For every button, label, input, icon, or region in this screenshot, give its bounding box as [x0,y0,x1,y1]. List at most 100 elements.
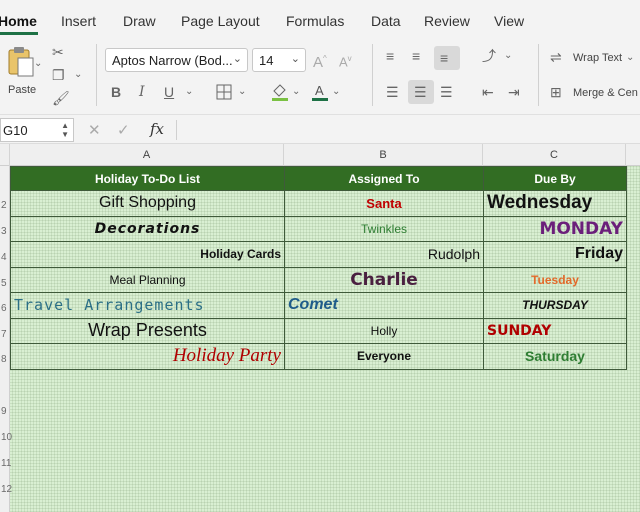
row-header[interactable]: 3 [0,226,10,237]
paste-button[interactable]: Paste [2,44,44,102]
wrap-text-dropdown-icon[interactable]: ⌄ [626,50,634,66]
increase-font-size-icon[interactable]: A^ [313,51,327,71]
underline-dropdown-icon[interactable]: ⌄ [185,84,193,100]
task-cell[interactable]: Meal Planning [10,266,285,293]
assignee-cell[interactable]: Twinkles [284,215,484,242]
align-bottom-button[interactable]: ≡ [434,46,460,70]
borders-dropdown-icon[interactable]: ⌄ [238,84,246,100]
row-header[interactable]: 9 [0,406,10,417]
task-cell[interactable]: Decorations [10,215,285,242]
font-color-dropdown-icon[interactable]: ⌄ [332,84,340,100]
fill-color-dropdown-icon[interactable]: ⌄ [292,84,300,100]
tab-review[interactable]: Review [424,13,470,29]
row-header[interactable]: 6 [0,303,10,314]
paste-dropdown-icon[interactable]: ⌄ [34,56,42,72]
font-size-value: 14 [259,53,274,68]
copy-dropdown-icon[interactable]: ⌄ [74,67,82,83]
due-cell[interactable]: Wednesday [483,190,627,217]
table-header-row: Holiday To-Do List Assigned To Due By [10,166,627,191]
row-header[interactable]: 2 [0,200,10,211]
underline-button[interactable]: U [164,84,174,100]
due-cell[interactable]: Tuesday [483,266,627,293]
due-cell[interactable]: Saturday [483,343,627,370]
decrease-font-size-icon[interactable]: Av [339,51,352,70]
column-headers: A B C [0,144,640,166]
font-color-icon[interactable]: A [310,82,330,102]
row-header[interactable]: 7 [0,329,10,340]
paste-label: Paste [8,84,37,96]
name-box[interactable]: G10 ▲ ▼ [0,118,74,142]
row-header[interactable]: 8 [0,354,10,365]
name-box-stepper-icon[interactable]: ▲ ▼ [61,121,69,139]
borders-icon[interactable] [216,84,232,100]
column-header-b[interactable]: B [284,144,483,166]
header-cell-task[interactable]: Holiday To-Do List [10,166,285,191]
align-center-button[interactable]: ☰ [408,80,434,104]
merge-center-button[interactable]: Merge & Cen [573,87,638,99]
wrap-text-icon[interactable]: ⇌ [550,49,562,65]
due-cell[interactable]: MONDAY [483,215,627,242]
task-cell[interactable]: Travel Arrangements [10,292,285,319]
tab-data[interactable]: Data [371,13,401,29]
assignee-cell[interactable]: Charlie [284,266,484,293]
cancel-icon[interactable]: ✕ [88,121,101,139]
column-header-c[interactable]: C [483,144,626,166]
insert-function-button[interactable]: fx [150,120,164,138]
tab-draw[interactable]: Draw [123,13,156,29]
assignee-cell[interactable]: Holly [284,317,484,344]
orientation-dropdown-icon[interactable]: ⌄ [504,48,512,64]
task-cell[interactable]: Holiday Cards [10,241,285,268]
due-cell[interactable]: Friday [483,241,627,268]
due-cell[interactable]: SUNDAY [483,317,627,344]
tab-home[interactable]: Home [0,13,37,29]
row-header[interactable]: 4 [0,252,10,263]
chevron-down-icon: ⌄ [232,53,242,65]
fill-color-icon[interactable] [270,82,290,102]
column-header-a[interactable]: A [10,144,284,166]
task-cell[interactable]: Holiday Party [10,343,285,370]
orientation-icon[interactable]: ⤴ [482,48,496,64]
italic-button[interactable]: I [139,84,145,100]
font-name-select[interactable]: Aptos Narrow (Bod... ⌄ [105,48,248,72]
formula-bar: G10 ▲ ▼ ✕ ✓ fx [0,114,640,144]
font-size-select[interactable]: 14 ⌄ [252,48,306,72]
tab-page-layout[interactable]: Page Layout [181,13,260,29]
font-name-value: Aptos Narrow (Bod... [112,53,233,68]
formula-input[interactable] [184,121,634,139]
wrap-text-button[interactable]: Wrap Text [573,52,622,64]
header-cell-assigned[interactable]: Assigned To [284,166,484,191]
tab-view[interactable]: View [494,13,524,29]
tab-insert[interactable]: Insert [61,13,96,29]
row-header[interactable]: 5 [0,278,10,289]
select-all-corner[interactable] [0,144,10,166]
assignee-cell[interactable]: Comet [284,292,484,319]
confirm-icon[interactable]: ✓ [117,121,130,139]
cut-icon[interactable]: ✂ [52,44,64,60]
worksheet[interactable]: A B C 2 3 4 5 6 7 8 9 10 11 12 Holiday T… [0,144,640,512]
task-cell[interactable]: Wrap Presents [10,317,285,344]
align-bottom-icon: ≡ [440,50,449,66]
tab-formulas[interactable]: Formulas [286,13,344,29]
bold-button[interactable]: B [111,84,121,100]
table-row: Wrap Presents Holly SUNDAY [10,317,627,344]
due-cell[interactable]: THURSDAY [483,292,627,319]
assignee-cell[interactable]: Santa [284,190,484,217]
copy-icon[interactable]: ❐ [52,67,65,83]
align-middle-icon[interactable]: ≡ [412,48,420,64]
decrease-indent-icon[interactable]: ⇤ [482,84,494,100]
format-painter-icon[interactable]: 🖌 [52,90,70,106]
increase-indent-icon[interactable]: ⇥ [508,84,520,100]
align-right-icon[interactable]: ☰ [440,84,453,100]
merge-center-icon[interactable]: ⊞ [550,84,562,100]
task-cell[interactable]: Gift Shopping [10,190,285,217]
row-header[interactable]: 12 [0,484,12,495]
group-separator [96,44,97,106]
row-header[interactable]: 11 [0,458,11,469]
align-left-icon[interactable]: ☰ [386,84,399,100]
header-cell-due[interactable]: Due By [483,166,627,191]
assignee-cell[interactable]: Everyone [284,343,484,370]
assignee-cell[interactable]: Rudolph [284,241,484,268]
ribbon: Paste ⌄ ✂ ❐ ⌄ 🖌 Aptos Narrow (Bod... ⌄ 1… [0,36,640,114]
row-header[interactable]: 10 [0,432,12,443]
align-top-icon[interactable]: ≡ [386,48,394,64]
